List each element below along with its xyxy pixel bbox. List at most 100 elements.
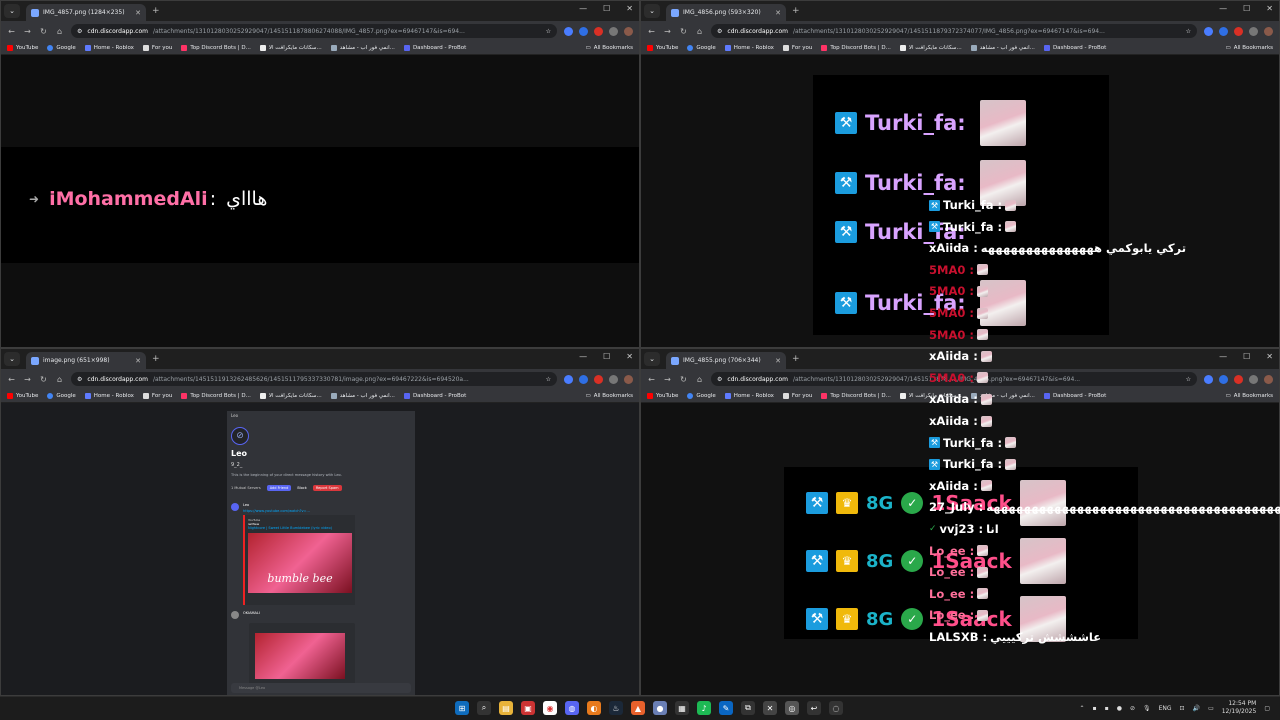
app-icon[interactable]: ⧉ [741,701,755,715]
language-indicator[interactable]: ENG [1159,705,1172,712]
site-info-icon[interactable]: ⚙ [717,376,722,383]
bookmark-google[interactable]: Google [687,392,716,399]
bookmark-star-icon[interactable]: ☆ [1186,376,1191,383]
bookmark-roblox[interactable]: Home - Roblox [84,392,134,399]
tray-expand-icon[interactable]: ⌃ [1080,705,1085,712]
clock[interactable]: 12:54 PM 12/19/2025 [1222,700,1257,716]
close-window-icon[interactable]: ✕ [626,352,633,361]
chrome-active-icon[interactable]: ◎ [785,701,799,715]
bookmark-minecraft[interactable]: سكانات مايكرافت الا... [899,44,962,51]
forward-icon[interactable]: → [23,27,32,36]
bookmark-google[interactable]: Google [687,44,716,51]
back-icon[interactable]: ← [647,375,656,384]
all-bookmarks[interactable]: ▭ All Bookmarks [586,393,634,399]
minimize-icon[interactable]: — [579,4,587,13]
reload-icon[interactable]: ↻ [679,27,688,36]
avatar[interactable] [624,26,633,36]
browser-tab[interactable]: IMG_4855.png (706×344) ✕ [666,352,786,369]
minimize-icon[interactable]: — [1219,4,1227,13]
new-tab-icon[interactable]: + [152,354,160,364]
close-tab-icon[interactable]: ✕ [775,357,781,365]
app-icon[interactable]: ↩ [807,701,821,715]
bookmark-youtube[interactable]: YouTube [647,392,678,399]
browser-tab[interactable]: image.png (651×998) ✕ [26,352,146,369]
close-tab-icon[interactable]: ✕ [135,357,141,365]
extension-icon[interactable] [594,26,603,36]
bookmark-youtube[interactable]: YouTube [7,392,38,399]
extensions-puzzle-icon[interactable] [1249,26,1258,36]
maximize-icon[interactable]: ☐ [603,352,610,361]
extension-icon[interactable] [564,26,573,36]
home-icon[interactable]: ⌂ [55,27,64,36]
address-bar[interactable]: ⚙ cdn.discordapp.com/attachments/1310128… [711,372,1197,386]
extension-icon[interactable] [594,374,603,384]
close-tab-icon[interactable]: ✕ [775,9,781,17]
bookmark-anime[interactable]: انمي فور اب - مشاهد... [330,392,395,399]
address-bar[interactable]: ⚙ cdn.discordapp.com/attachments/1310128… [71,24,557,38]
bookmark-anime[interactable]: انمي فور اب - مشاهد... [970,44,1035,51]
bookmark-x[interactable]: For you [782,392,812,399]
tab-search-icon[interactable]: ⌄ [4,352,20,366]
home-icon[interactable]: ⌂ [55,375,64,384]
extension-icon[interactable] [1204,374,1213,384]
tray-app-icon[interactable]: ▪ [1093,705,1097,712]
chrome-icon[interactable]: ◉ [543,701,557,715]
all-bookmarks[interactable]: ▭ All Bookmarks [1226,393,1274,399]
address-bar[interactable]: ⚙ cdn.discordapp.com/attachments/1451511… [71,372,557,386]
home-icon[interactable]: ⌂ [695,375,704,384]
message-input[interactable]: Message @Leo [231,683,411,693]
new-tab-icon[interactable]: + [152,6,160,16]
close-tab-icon[interactable]: ✕ [135,9,141,17]
back-icon[interactable]: ← [7,375,16,384]
app-icon[interactable]: ✎ [719,701,733,715]
extension-icon[interactable] [1234,26,1243,36]
app-icon[interactable]: ✕ [763,701,777,715]
all-bookmarks[interactable]: ▭ All Bookmarks [1226,45,1274,51]
close-window-icon[interactable]: ✕ [1266,352,1273,361]
app-icon[interactable]: ▣ [521,701,535,715]
tab-search-icon[interactable]: ⌄ [644,4,660,18]
home-icon[interactable]: ⌂ [695,27,704,36]
mutual-servers[interactable]: 1 Mutual Servers [231,486,261,490]
bookmark-google[interactable]: Google [47,44,76,51]
extension-icon[interactable] [1219,374,1228,384]
avatar[interactable] [624,374,633,384]
video-thumbnail[interactable]: bumble bee [248,533,352,593]
close-window-icon[interactable]: ✕ [1266,4,1273,13]
report-spam-button[interactable]: Report Spam [312,485,342,491]
video-thumbnail[interactable] [255,633,345,679]
bookmark-anime[interactable]: انمي فور اب - مشاهد... [970,392,1035,399]
reload-icon[interactable]: ↻ [39,27,48,36]
back-icon[interactable]: ← [7,27,16,36]
discord-icon[interactable]: ◍ [565,701,579,715]
close-window-icon[interactable]: ✕ [626,4,633,13]
avatar[interactable] [1264,374,1273,384]
bookmark-topgg[interactable]: Top Discord Bots | D... [821,44,891,51]
app-icon[interactable]: ▦ [675,701,689,715]
extension-icon[interactable] [579,26,588,36]
maximize-icon[interactable]: ☐ [1243,352,1250,361]
network-icon[interactable]: ⊡ [1180,705,1185,712]
site-info-icon[interactable]: ⚙ [77,376,82,383]
bookmark-x[interactable]: For you [142,44,172,51]
forward-icon[interactable]: → [663,27,672,36]
reload-icon[interactable]: ↻ [39,375,48,384]
browser-tab[interactable]: IMG_4857.png (1284×235) ✕ [26,4,146,21]
bookmark-probot[interactable]: Dashboard - ProBot [1043,392,1106,399]
tray-app-icon[interactable]: ⊘ [1130,705,1135,712]
tab-search-icon[interactable]: ⌄ [644,352,660,366]
bookmark-google[interactable]: Google [47,392,76,399]
bookmark-youtube[interactable]: YouTube [647,44,678,51]
search-icon[interactable]: ⌕ [477,701,491,715]
new-tab-icon[interactable]: + [792,354,800,364]
bookmark-probot[interactable]: Dashboard - ProBot [1043,44,1106,51]
embed-title[interactable]: Nightcore | Sweet Little Bumblebee (lyri… [248,526,352,530]
block-button[interactable]: Block [297,486,306,490]
bookmark-minecraft[interactable]: سكانات مايكرافت الا... [259,44,322,51]
site-info-icon[interactable]: ⚙ [717,28,722,35]
microphone-icon[interactable]: 🎙 [1143,705,1151,712]
file-explorer-icon[interactable]: ▤ [499,701,513,715]
back-icon[interactable]: ← [647,27,656,36]
tab-search-icon[interactable]: ⌄ [4,4,20,18]
bookmark-x[interactable]: For you [782,44,812,51]
